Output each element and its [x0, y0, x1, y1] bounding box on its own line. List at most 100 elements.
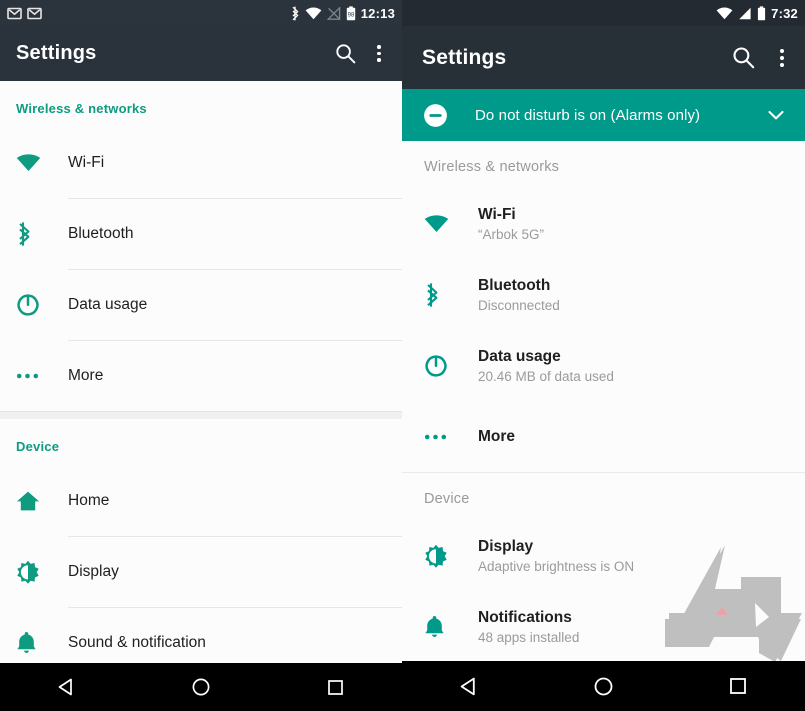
- brightness-icon: [424, 544, 450, 568]
- list-item-text: Home: [68, 492, 109, 510]
- section-heading-device: Device: [16, 439, 60, 454]
- wifi-icon: [716, 7, 733, 19]
- list-item-text: Data usage 20.46 MB of data used: [478, 348, 614, 384]
- left-status-system-icons: 98 12:13: [291, 6, 395, 21]
- home-circle-icon[interactable]: [593, 676, 614, 697]
- more-dots-icon: [424, 433, 450, 441]
- bluetooth-icon: [16, 221, 42, 247]
- right-app-bar: Settings: [402, 26, 805, 89]
- more-dots-icon: [16, 372, 42, 380]
- search-icon[interactable]: [732, 46, 755, 69]
- wifi-icon: [16, 154, 42, 172]
- list-item-text: Notifications 48 apps installed: [478, 609, 579, 645]
- recents-square-icon[interactable]: [728, 676, 748, 696]
- wifi-icon: [424, 214, 450, 233]
- overflow-menu-icon[interactable]: [370, 43, 388, 65]
- battery-level-text: 98: [347, 12, 354, 18]
- list-item-wifi[interactable]: Wi-Fi “Arbok 5G”: [402, 188, 805, 259]
- left-status-bar: 98 12:13: [0, 0, 402, 26]
- list-item-text: More: [68, 367, 103, 385]
- data-usage-icon: [16, 293, 42, 317]
- list-item-text: Display: [68, 563, 119, 581]
- screenshot-comparison: 98 12:13 Settings Wireless & networks Wi…: [0, 0, 805, 711]
- list-item-bluetooth[interactable]: Bluetooth Disconnected: [402, 259, 805, 330]
- bell-icon: [16, 631, 42, 655]
- list-item-text: Bluetooth: [68, 225, 134, 243]
- page-title: Settings: [422, 45, 507, 69]
- do-not-disturb-text: Do not disturb is on (Alarms only): [475, 106, 701, 124]
- list-item-bluetooth[interactable]: Bluetooth: [0, 199, 402, 269]
- home-circle-icon[interactable]: [191, 677, 211, 697]
- list-item-title: Bluetooth: [478, 276, 551, 294]
- right-app-bar-actions: [732, 46, 791, 69]
- left-phone-screen: 98 12:13 Settings Wireless & networks Wi…: [0, 0, 402, 711]
- chevron-down-icon[interactable]: [765, 104, 787, 126]
- left-status-notifications: [7, 7, 42, 20]
- battery-icon: 98: [346, 5, 355, 20]
- home-icon: [16, 490, 42, 512]
- gmail-icon: [27, 7, 42, 19]
- list-item-title: Sound & notification: [68, 634, 206, 651]
- list-item-notifications[interactable]: Notifications 48 apps installed: [402, 591, 805, 662]
- cell-signal-off-icon: [326, 6, 340, 20]
- list-item-display[interactable]: Display Adaptive brightness is ON: [402, 520, 805, 591]
- left-app-bar-actions: [335, 43, 388, 65]
- gmail-icon: [7, 7, 22, 19]
- list-item-title: Data usage: [68, 296, 148, 313]
- list-item-title: More: [68, 367, 104, 384]
- page-title: Settings: [16, 42, 97, 64]
- overflow-menu-icon[interactable]: [773, 47, 791, 69]
- list-item-text: Display Adaptive brightness is ON: [478, 538, 634, 574]
- list-item-more[interactable]: More: [402, 401, 805, 472]
- list-item-text: Bluetooth Disconnected: [478, 277, 560, 313]
- list-item-title: More: [478, 427, 516, 445]
- right-status-bar: 7:32: [402, 0, 805, 26]
- status-clock: 7:32: [771, 5, 798, 21]
- back-icon[interactable]: [57, 677, 77, 697]
- search-icon[interactable]: [335, 43, 356, 64]
- list-item-display[interactable]: Display: [0, 537, 402, 607]
- list-item-subtitle: 20.46 MB of data used: [478, 368, 614, 384]
- list-item-title: Display: [68, 563, 119, 580]
- list-item-data-usage[interactable]: Data usage 20.46 MB of data used: [402, 330, 805, 401]
- section-heading-wireless: Wireless & networks: [424, 159, 560, 175]
- section-heading-wireless: Wireless & networks: [16, 101, 147, 116]
- wifi-icon: [305, 7, 322, 19]
- list-item-text: More: [478, 428, 515, 446]
- bluetooth-icon: [292, 6, 299, 20]
- back-icon[interactable]: [459, 676, 480, 697]
- list-item-title: Data usage: [478, 347, 561, 365]
- right-navigation-bar: [402, 661, 805, 711]
- list-item-title: Display: [478, 537, 534, 555]
- list-item-title: Bluetooth: [68, 225, 134, 242]
- list-item-title: Wi-Fi: [478, 205, 516, 223]
- left-navigation-bar: [0, 663, 402, 711]
- list-item-title: Home: [68, 492, 110, 509]
- right-status-system-icons: 7:32: [716, 6, 798, 21]
- list-item-text: Sound & notification: [68, 634, 206, 652]
- left-app-bar: Settings: [0, 26, 402, 81]
- left-settings-list: Wireless & networks Wi-Fi Bluetooth Data…: [0, 81, 402, 678]
- status-clock: 12:13: [360, 5, 395, 21]
- bluetooth-icon: [424, 282, 450, 308]
- list-item-subtitle: “Arbok 5G”: [478, 226, 545, 242]
- do-not-disturb-icon: [424, 103, 447, 127]
- list-item-title: Wi-Fi: [68, 154, 105, 171]
- list-item-home[interactable]: Home: [0, 466, 402, 536]
- recents-square-icon[interactable]: [326, 678, 345, 697]
- cell-signal-icon: [739, 7, 751, 19]
- list-item-data-usage[interactable]: Data usage: [0, 270, 402, 340]
- list-item-text: Wi-Fi: [68, 154, 104, 172]
- right-phone-screen: 7:32 Settings Do not disturb is on (Alar…: [402, 0, 805, 711]
- list-item-text: Data usage: [68, 296, 147, 314]
- do-not-disturb-banner[interactable]: Do not disturb is on (Alarms only): [402, 89, 805, 141]
- list-item-wifi[interactable]: Wi-Fi: [0, 128, 402, 198]
- battery-icon: [758, 5, 766, 20]
- data-usage-icon: [424, 354, 450, 378]
- list-item-subtitle: Adaptive brightness is ON: [478, 558, 635, 574]
- list-item-more[interactable]: More: [0, 341, 402, 411]
- brightness-icon: [16, 560, 42, 584]
- list-item-subtitle: Disconnected: [478, 297, 560, 313]
- list-item-text: Wi-Fi “Arbok 5G”: [478, 206, 544, 242]
- list-item-subtitle: 48 apps installed: [478, 629, 580, 645]
